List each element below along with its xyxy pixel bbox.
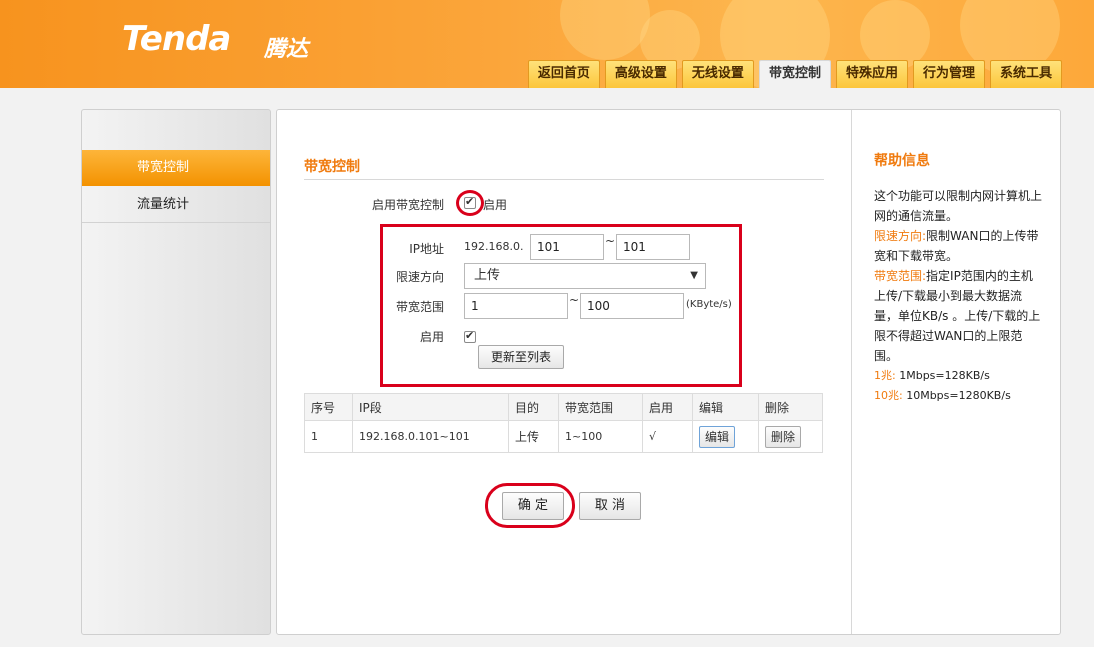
cell-enabled: √ (642, 420, 693, 453)
sidebar-item-bandwidth[interactable]: 带宽控制 (82, 150, 270, 186)
sidebar-item-traffic[interactable]: 流量统计 (82, 187, 270, 223)
rule-enable-label: 启用 (419, 330, 444, 344)
help-body: 这个功能可以限制内网计算机上网的通信流量。 限速方向:限制WAN口的上传带宽和下… (874, 186, 1044, 406)
col-ip: IP段 (352, 393, 509, 421)
page-title: 带宽控制 (304, 159, 360, 175)
help-divider (851, 110, 852, 634)
col-edit: 编辑 (692, 393, 759, 421)
tab-advanced[interactable]: 高级设置 (604, 60, 677, 88)
help-direction-term: 限速方向: (874, 229, 927, 243)
ip-label: IP地址 (409, 242, 444, 256)
cell-index: 1 (304, 420, 353, 453)
tab-special[interactable]: 特殊应用 (835, 60, 908, 88)
ip-tilde: ~ (605, 234, 616, 248)
help-note-2-term: 10兆: (874, 389, 903, 402)
help-range-desc: 指定IP范围内的主机上传/下载最小到最大数据流量，单位KB/s 。上传/下载的上… (874, 269, 1041, 363)
help-note-1: 1兆: 1Mbps=128KB/s (874, 366, 1044, 386)
rule-enable-checkbox[interactable] (464, 329, 476, 343)
tab-behavior[interactable]: 行为管理 (912, 60, 985, 88)
direction-value: 上传 (474, 268, 501, 283)
tab-home[interactable]: 返回首页 (527, 60, 600, 88)
help-note-1-value: 1Mbps=128KB/s (899, 369, 990, 382)
help-note-1-term: 1兆: (874, 369, 896, 382)
sidebar: 带宽控制 流量统计 (81, 109, 271, 635)
cell-range: 1~100 (558, 420, 643, 453)
ip-end-input[interactable]: 101 (616, 234, 690, 260)
cancel-button[interactable]: 取 消 (579, 492, 641, 520)
tab-bandwidth[interactable]: 带宽控制 (758, 60, 831, 88)
edit-button[interactable]: 编辑 (699, 425, 736, 448)
cell-direction: 上传 (508, 420, 559, 453)
help-note-2-value: 10Mbps=1280KB/s (906, 389, 1011, 402)
tab-wireless[interactable]: 无线设置 (681, 60, 754, 88)
cell-delete: 删除 (758, 420, 823, 453)
range-min-input[interactable]: 1 (464, 293, 568, 319)
cell-ip: 192.168.0.101~101 (352, 420, 509, 453)
ip-prefix: 192.168.0. (464, 240, 524, 253)
table-header-row: 序号 IP段 目的 带宽范围 启用 编辑 删除 (304, 393, 823, 421)
direction-select[interactable]: 上传 ▼ (464, 263, 706, 289)
help-title: 帮助信息 (874, 153, 930, 169)
col-direction: 目的 (508, 393, 559, 421)
enable-text: 启用 (483, 198, 508, 212)
annotation-circle (456, 190, 484, 216)
update-list-button[interactable]: 更新至列表 (478, 345, 564, 369)
col-enabled: 启用 (642, 393, 693, 421)
range-label: 带宽范围 (395, 300, 444, 314)
table-row: 1 192.168.0.101~101 上传 1~100 √ 编辑 删除 (304, 420, 823, 453)
tab-system[interactable]: 系统工具 (989, 60, 1062, 88)
col-range: 带宽范围 (558, 393, 643, 421)
delete-button[interactable]: 删除 (765, 425, 802, 448)
range-max-input[interactable]: 100 (580, 293, 684, 319)
header-banner: Tenda 腾达 返回首页 高级设置 无线设置 带宽控制 特殊应用 行为管理 系… (0, 0, 1094, 88)
col-delete: 删除 (758, 393, 823, 421)
enable-bandwidth-label: 启用带宽控制 (372, 198, 445, 212)
help-intro: 这个功能可以限制内网计算机上网的通信流量。 (874, 189, 1043, 223)
tenda-logo-cn: 腾达 (264, 37, 309, 62)
help-range-term: 带宽范围: (874, 269, 927, 283)
direction-label: 限速方向 (395, 270, 444, 284)
help-range: 带宽范围:指定IP范围内的主机上传/下载最小到最大数据流量，单位KB/s 。上传… (874, 266, 1044, 366)
annotation-circle (485, 483, 575, 528)
rules-table: 序号 IP段 目的 带宽范围 启用 编辑 删除 1 192.168.0.101~… (304, 393, 823, 453)
cell-edit: 编辑 (692, 420, 759, 453)
range-tilde: ~ (569, 293, 580, 307)
top-nav: 返回首页 高级设置 无线设置 带宽控制 特殊应用 行为管理 系统工具 (527, 60, 1062, 88)
help-direction: 限速方向:限制WAN口的上传带宽和下载带宽。 (874, 226, 1044, 266)
col-index: 序号 (304, 393, 353, 421)
decor-bubble (560, 0, 650, 60)
title-divider (304, 179, 824, 180)
range-unit: (KByte/s) (686, 299, 732, 310)
chevron-down-icon: ▼ (690, 270, 698, 281)
tenda-logo: Tenda (122, 19, 231, 59)
help-note-2: 10兆: 10Mbps=1280KB/s (874, 386, 1044, 406)
ip-start-input[interactable]: 101 (530, 234, 604, 260)
